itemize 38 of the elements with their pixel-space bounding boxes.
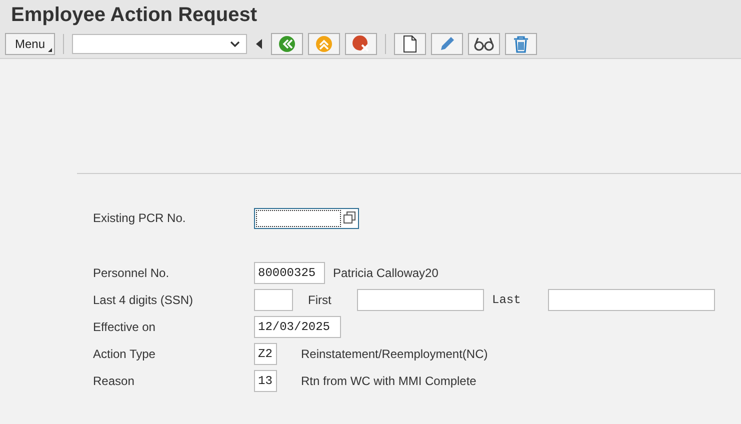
edit-button[interactable]: [431, 33, 464, 55]
menu-button[interactable]: Menu: [5, 33, 56, 55]
up-arrows-icon: [315, 35, 334, 53]
back-button[interactable]: [271, 33, 304, 55]
value-help-icon[interactable]: [343, 211, 357, 225]
field-label: First: [308, 293, 332, 307]
document-icon: [403, 35, 418, 53]
pcr-number-field[interactable]: [254, 208, 359, 228]
chevron-down-icon: [230, 40, 240, 48]
field-label: Effective on: [93, 320, 156, 334]
personnel-number-field[interactable]: 80000325: [254, 262, 325, 284]
field-label: Last 4 digits (SSN): [93, 293, 194, 307]
field-label: Last: [492, 293, 522, 307]
pencil-icon: [438, 35, 456, 53]
cancel-icon: [352, 35, 370, 53]
trash-icon: [512, 35, 530, 53]
ssn-field[interactable]: [254, 289, 293, 311]
last-name-field[interactable]: [548, 289, 715, 311]
field-label: Existing PCR No.: [93, 211, 187, 225]
exit-button[interactable]: [308, 33, 340, 55]
field-label: Action Type: [93, 347, 156, 361]
field-label: Reason: [93, 374, 136, 388]
delete-button[interactable]: [505, 33, 538, 55]
window-title: Employee Action Request: [11, 4, 257, 26]
field-label: Personnel No.: [93, 266, 170, 280]
display-button[interactable]: [468, 33, 500, 55]
reason-field[interactable]: 13: [254, 370, 277, 392]
collapse-arrow-icon[interactable]: [256, 39, 262, 49]
back-icon: [278, 35, 296, 53]
date-field[interactable]: 12/03/2025: [254, 316, 341, 338]
action-type-field[interactable]: Z2: [254, 343, 277, 365]
cancel-button[interactable]: [345, 33, 378, 55]
action-type-description: Reinstatement/Reemployment(NC): [301, 347, 488, 361]
employee-name: Patricia Calloway20: [333, 266, 438, 280]
new-document-button[interactable]: [394, 33, 426, 55]
reason-description: Rtn from WC with MMI Complete: [301, 374, 476, 388]
glasses-icon: [473, 36, 496, 52]
first-name-field[interactable]: [357, 289, 484, 311]
